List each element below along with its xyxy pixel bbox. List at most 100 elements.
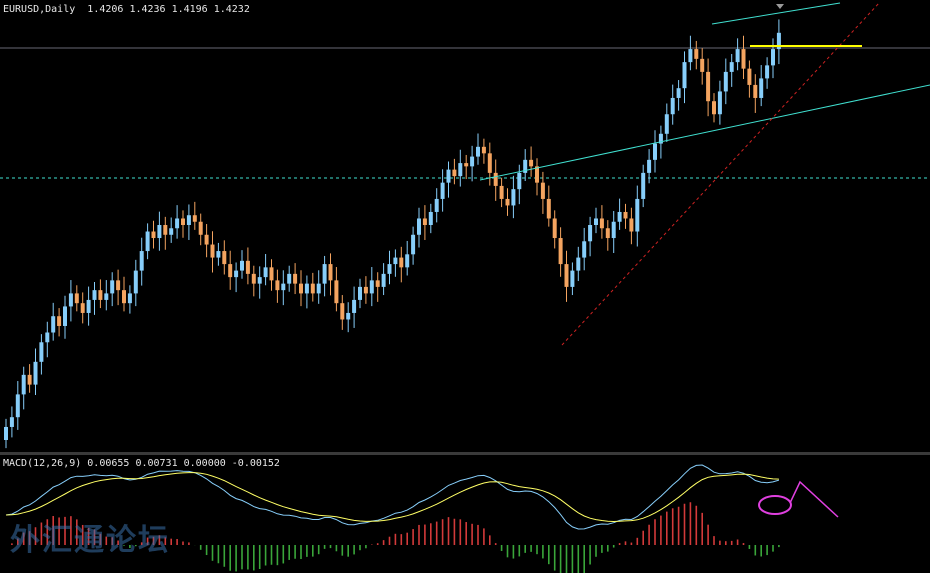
- macd-indicator-pane[interactable]: MACD(12,26,9) 0.00655 0.00731 0.00000 -0…: [0, 455, 930, 573]
- candle-body: [629, 218, 634, 232]
- ohlc-label: 1.4206 1.4236 1.4196 1.4232: [87, 4, 250, 15]
- candle-body: [257, 277, 262, 284]
- candle-body: [393, 257, 398, 265]
- macd-label: MACD(12,26,9) 0.00655 0.00731 0.00000 -0…: [3, 458, 280, 469]
- candle-body: [269, 267, 274, 281]
- candle-body: [552, 218, 557, 239]
- candle-body: [86, 299, 91, 313]
- upper-channel-trendline: [479, 84, 930, 181]
- chart-header: EURUSD,Daily 1.4206 1.4236 1.4196 1.4232: [3, 4, 250, 15]
- candle-body: [682, 62, 687, 89]
- candle-body: [175, 218, 180, 229]
- candle-body: [68, 293, 73, 307]
- candle-body: [670, 97, 675, 115]
- candle-body: [281, 283, 286, 291]
- candle-body: [169, 228, 174, 235]
- candle-body: [576, 257, 581, 271]
- candle-body: [251, 273, 256, 284]
- candle-body: [399, 257, 404, 268]
- candle-body: [110, 280, 115, 294]
- candle-body: [741, 49, 746, 69]
- candle-body: [74, 293, 79, 304]
- candle-body: [623, 211, 628, 219]
- candle-body: [104, 293, 109, 300]
- candle-body: [122, 290, 126, 304]
- candle-body: [464, 163, 469, 167]
- candle-body: [641, 172, 646, 199]
- candle-body: [204, 234, 209, 245]
- candle-body: [163, 225, 168, 235]
- candle-body: [63, 306, 67, 326]
- candle-body: [405, 254, 410, 268]
- candle-body: [688, 49, 693, 63]
- candle-body: [599, 218, 604, 229]
- candle-body: [611, 221, 616, 239]
- candle-body: [45, 332, 50, 343]
- candle-body: [428, 211, 433, 225]
- candle-body: [617, 211, 622, 222]
- candle-body: [216, 251, 221, 258]
- candle-body: [39, 342, 44, 362]
- candle-body: [33, 361, 38, 385]
- annotation-ellipse: [758, 495, 792, 515]
- candle-body: [487, 153, 492, 173]
- candle-body: [116, 280, 121, 291]
- candle-body: [635, 198, 640, 232]
- candle-body: [452, 169, 457, 177]
- candle-body: [535, 166, 539, 183]
- candle-body: [446, 169, 451, 183]
- candle-body: [222, 251, 227, 265]
- candle-body: [676, 88, 681, 98]
- candle-body: [499, 185, 504, 199]
- candle-body: [694, 49, 699, 59]
- candle-body: [21, 374, 26, 395]
- symbol-label: EURUSD,Daily: [3, 4, 76, 15]
- candle-body: [299, 283, 303, 294]
- candle-body: [664, 114, 669, 134]
- candle-body: [546, 198, 551, 219]
- price-chart-pane[interactable]: EURUSD,Daily 1.4206 1.4236 1.4196 1.4232: [0, 0, 930, 452]
- candle-body: [771, 49, 775, 66]
- candle-body: [706, 71, 711, 102]
- candle-body: [564, 264, 569, 287]
- candle-body: [363, 286, 368, 294]
- candle-body: [735, 49, 740, 63]
- candle-body: [505, 198, 510, 206]
- candle-body: [181, 218, 185, 225]
- candle-body: [493, 172, 498, 186]
- candle-body: [151, 231, 156, 239]
- candle-body: [470, 156, 475, 167]
- candle-body: [387, 264, 392, 274]
- candle-body: [481, 146, 486, 154]
- candle-body: [582, 241, 587, 258]
- candle-body: [133, 270, 138, 294]
- candle-body: [369, 280, 374, 294]
- candle-body: [263, 267, 268, 278]
- candle-body: [15, 394, 20, 418]
- candle-body: [240, 260, 244, 271]
- candle-body: [723, 71, 728, 92]
- candle-body: [375, 280, 380, 287]
- candle-body: [358, 286, 362, 300]
- candle-body: [653, 143, 657, 160]
- candle-body: [558, 238, 563, 265]
- candle-body: [511, 189, 516, 206]
- candle-body: [51, 316, 56, 333]
- candle-body: [765, 65, 770, 79]
- candle-body: [4, 426, 8, 440]
- candle-body: [139, 251, 144, 271]
- candle-body: [476, 146, 480, 157]
- candle-body: [517, 172, 522, 190]
- candle-body: [759, 78, 764, 98]
- chart-shift-marker-icon: [776, 4, 784, 9]
- candle-body: [157, 225, 162, 239]
- candle-body: [729, 62, 734, 72]
- candle-body: [717, 91, 722, 115]
- candle-body: [747, 68, 752, 85]
- watermark-logo: 外汇通论坛: [10, 523, 170, 558]
- candle-body: [422, 218, 427, 225]
- candle-body: [605, 228, 610, 239]
- red-dashed-trendline: [561, 1, 881, 346]
- price-chart-svg: [0, 1, 930, 449]
- candle-body: [352, 299, 357, 313]
